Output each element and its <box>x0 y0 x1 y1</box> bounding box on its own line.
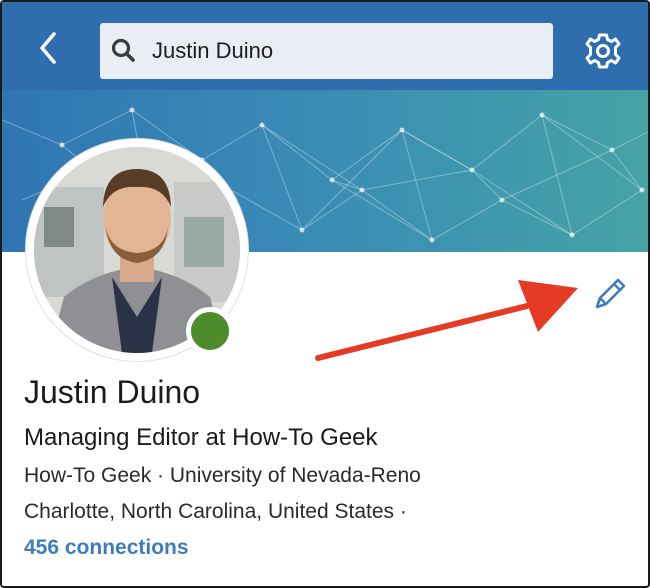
profile-affiliation: How-To Geek · University of Nevada-Reno <box>24 464 421 487</box>
red-arrow-icon <box>315 280 578 361</box>
online-status-indicator <box>186 307 234 355</box>
profile-screen: Justin Duino Managing Editor at How-To G… <box>0 0 650 588</box>
pencil-icon <box>595 278 626 309</box>
top-bar <box>2 2 648 90</box>
back-chevron-icon <box>40 32 56 64</box>
profile-name: Justin Duino <box>24 374 201 410</box>
gear-icon <box>585 33 621 69</box>
edit-profile-button[interactable] <box>588 272 632 316</box>
profile-headline: Managing Editor at How-To Geek <box>24 424 378 451</box>
search-icon <box>111 38 135 62</box>
settings-button[interactable] <box>582 30 624 72</box>
search-input[interactable] <box>152 33 532 69</box>
search-bar[interactable] <box>100 23 553 79</box>
connections-link[interactable]: 456 connections <box>24 536 189 560</box>
back-button[interactable] <box>32 26 72 70</box>
profile-location: Charlotte, North Carolina, United States… <box>24 500 407 523</box>
